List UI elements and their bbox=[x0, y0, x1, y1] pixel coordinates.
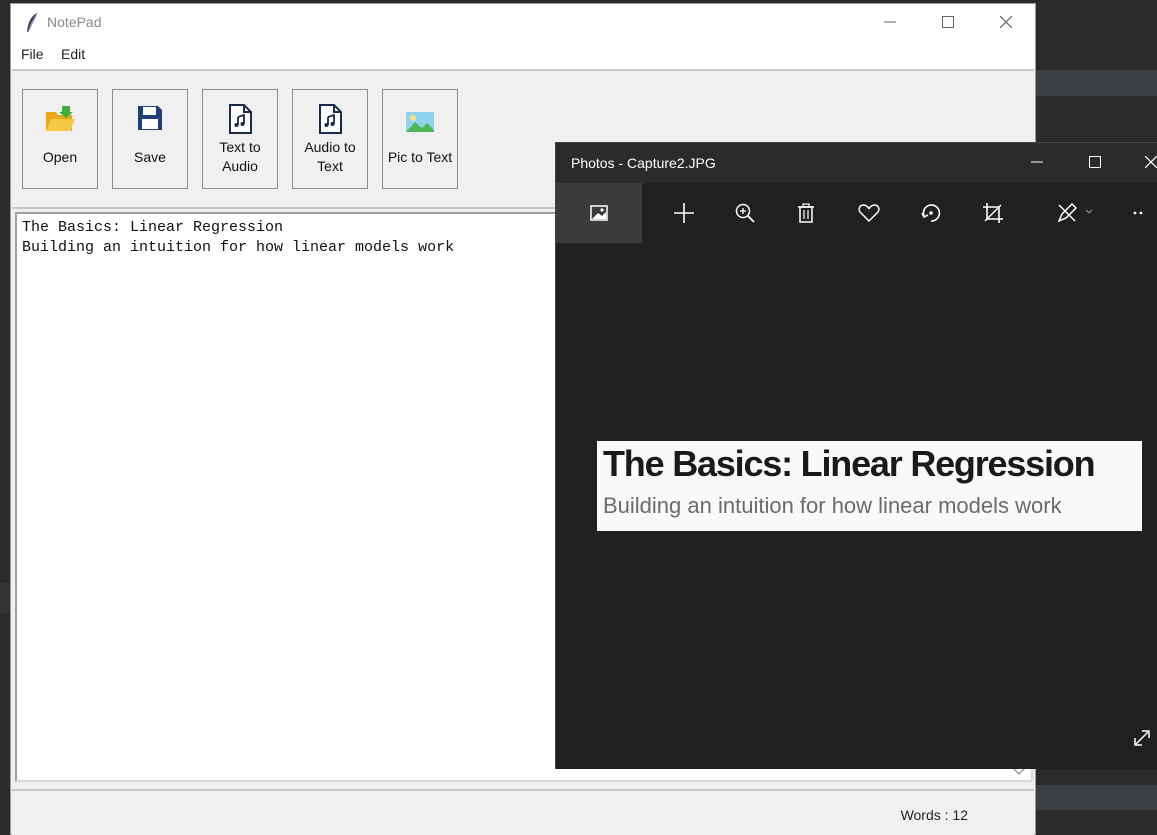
text-to-audio-label: Text to Audio bbox=[203, 138, 277, 176]
floppy-save-icon bbox=[138, 106, 162, 130]
notepad-title: NotePad bbox=[47, 14, 102, 30]
favorite-button[interactable] bbox=[843, 183, 895, 243]
audio-to-text-button[interactable]: Audio to Text bbox=[292, 89, 368, 189]
status-bar: Words : 12 bbox=[12, 789, 1034, 835]
photos-minimize-button[interactable] bbox=[1011, 143, 1067, 183]
rotate-icon bbox=[921, 204, 941, 222]
audio-file-icon bbox=[229, 104, 252, 134]
label-line-1: Text to bbox=[219, 139, 261, 155]
desktop-background-panel bbox=[0, 583, 10, 613]
menu-edit[interactable]: Edit bbox=[61, 46, 85, 62]
label-line-2: Text bbox=[317, 158, 343, 174]
text-to-audio-button[interactable]: Text to Audio bbox=[202, 89, 278, 189]
edit-draw-icon bbox=[1057, 202, 1093, 223]
folder-open-icon bbox=[46, 106, 75, 131]
more-button[interactable] bbox=[1122, 183, 1157, 243]
menu-bar: File Edit bbox=[11, 41, 1035, 69]
pic-to-text-button[interactable]: Pic to Text bbox=[382, 89, 458, 189]
rotate-button[interactable] bbox=[905, 183, 957, 243]
audio-file-icon bbox=[319, 104, 342, 134]
editor-line-1: The Basics: Linear Regression bbox=[22, 219, 284, 236]
label-line-1: Audio to bbox=[304, 139, 356, 155]
editor-line-2: Building an intuition for how linear mod… bbox=[22, 239, 455, 256]
audio-to-text-label: Audio to Text bbox=[293, 138, 367, 176]
delete-icon bbox=[798, 203, 814, 223]
close-icon bbox=[1000, 16, 1012, 28]
zoom-in-icon bbox=[735, 203, 755, 223]
crop-icon bbox=[983, 203, 1003, 223]
maximize-icon bbox=[942, 16, 954, 28]
edit-draw-button[interactable] bbox=[1044, 183, 1108, 243]
desktop-background-panel bbox=[1036, 70, 1157, 96]
expand-icon bbox=[1134, 730, 1150, 746]
minimize-icon bbox=[884, 21, 896, 23]
feather-icon bbox=[27, 12, 38, 33]
save-button[interactable]: Save bbox=[112, 89, 188, 189]
view-image-button[interactable] bbox=[556, 183, 642, 243]
add-button[interactable] bbox=[658, 183, 710, 243]
minimize-icon bbox=[1031, 161, 1043, 163]
menu-file[interactable]: File bbox=[21, 46, 44, 62]
photos-toolbar bbox=[556, 183, 1157, 243]
image-icon bbox=[406, 112, 434, 132]
photos-titlebar[interactable]: Photos - Capture2.JPG bbox=[556, 143, 1157, 183]
favorite-heart-icon bbox=[858, 204, 880, 223]
photos-maximize-button[interactable] bbox=[1069, 143, 1125, 183]
fullscreen-button[interactable] bbox=[1131, 727, 1157, 753]
notepad-titlebar[interactable]: NotePad bbox=[11, 4, 1035, 41]
maximize-icon bbox=[1089, 156, 1101, 168]
maximize-button[interactable] bbox=[920, 4, 978, 41]
save-label: Save bbox=[134, 149, 166, 165]
close-icon bbox=[1145, 156, 1157, 168]
image-view-icon bbox=[590, 205, 608, 221]
open-label: Open bbox=[42, 149, 78, 165]
crop-button[interactable] bbox=[967, 183, 1019, 243]
open-button[interactable]: Open bbox=[22, 89, 98, 189]
photo-canvas[interactable]: The Basics: Linear Regression Building a… bbox=[556, 243, 1157, 769]
zoom-in-button[interactable] bbox=[719, 183, 771, 243]
delete-button[interactable] bbox=[780, 183, 832, 243]
displayed-image: The Basics: Linear Regression Building a… bbox=[597, 441, 1142, 531]
pic-to-text-label: Pic to Text bbox=[387, 149, 453, 165]
photos-window: Photos - Capture2.JPG The Basics: Linear… bbox=[555, 142, 1157, 769]
close-button[interactable] bbox=[978, 4, 1036, 41]
word-count: Words : 12 bbox=[900, 807, 968, 823]
label-line-2: Audio bbox=[222, 158, 258, 174]
photos-close-button[interactable] bbox=[1125, 143, 1157, 183]
image-heading: The Basics: Linear Regression bbox=[603, 443, 1096, 484]
photos-title: Photos - Capture2.JPG bbox=[571, 155, 716, 171]
minimize-button[interactable] bbox=[862, 4, 920, 41]
more-icon bbox=[1133, 211, 1143, 215]
desktop-background-panel bbox=[1036, 785, 1157, 810]
image-subheading: Building an intuition for how linear mod… bbox=[603, 493, 1062, 518]
add-icon bbox=[674, 203, 694, 223]
